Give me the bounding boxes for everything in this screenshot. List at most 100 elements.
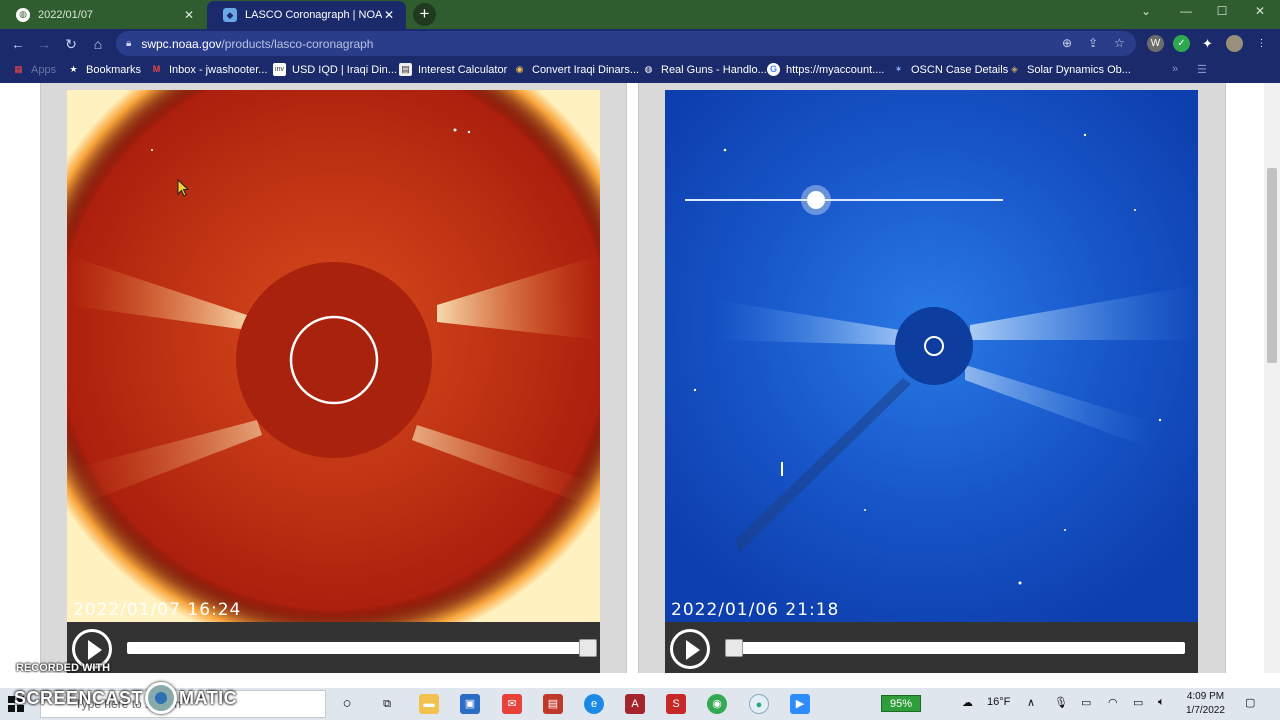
back-arrow-icon[interactable]: ← (8, 34, 28, 54)
zoom-app-icon[interactable]: ▶ (790, 694, 810, 714)
maximize-button[interactable]: ☐ (1202, 4, 1242, 18)
c2-timestamp: 2022/01/07 16:24 (73, 600, 242, 620)
weather-icon[interactable]: ☁ (962, 696, 973, 709)
c2-panel: 2022/01/07 16:24 (40, 83, 627, 673)
c3-timestamp: 2022/01/06 21:18 (671, 600, 840, 620)
address-bar[interactable]: 🔒︎ swpc.noaa.gov/products/lasco-coronagr… (116, 31, 1136, 56)
reading-list-icon[interactable]: ☰ (1197, 63, 1207, 76)
bookmarks-bar: ▦ Apps ★ Bookmarks M Inbox - jwashooter... … (0, 58, 1280, 83)
tab-search-icon[interactable]: ⌄ (1126, 4, 1166, 18)
share-icon[interactable]: ⇪ (1088, 36, 1098, 50)
zoom-icon[interactable]: ⊕ (1062, 36, 1072, 50)
sdo-icon: ◈ (1011, 64, 1018, 74)
c3-play-button[interactable] (670, 629, 710, 669)
google-icon: G (767, 63, 780, 76)
watermark-text-left: SCREENCAST (14, 687, 144, 708)
c3-timeline-slider[interactable] (725, 642, 1185, 654)
noaa-icon: ◆ (223, 8, 237, 22)
screencast-o-matic-icon[interactable]: ● (749, 694, 769, 714)
bookmark-solar-dynamics[interactable]: ◈ Solar Dynamics Ob... (1008, 63, 1131, 76)
tab-title: LASCO Coronagraph | NOAA / N (245, 9, 382, 21)
currency-icon: ◉ (515, 64, 524, 74)
close-tab-icon[interactable]: ✕ (382, 8, 396, 22)
screencast-o-matic-watermark: SCREENCAST MATIC (14, 682, 237, 714)
calculator-icon: ▤ (399, 63, 412, 76)
notifications-icon[interactable]: ▢ (1245, 696, 1255, 709)
tab-lasco-coronagraph[interactable]: ◆ LASCO Coronagraph | NOAA / N ✕ (207, 1, 406, 29)
close-window-button[interactable]: ✕ (1240, 4, 1280, 18)
cortana-icon[interactable]: ○ (337, 694, 357, 714)
bookmark-usd-iqd[interactable]: inv USD IQD | Iraqi Din... (273, 63, 397, 76)
forward-arrow-icon[interactable]: → (34, 34, 54, 54)
chrome-icon[interactable]: ◉ (707, 694, 727, 714)
task-view-icon[interactable]: ⧉ (377, 694, 397, 714)
c3-slider-handle[interactable] (725, 639, 743, 657)
bookmark-convert-iraqi-dinars[interactable]: ◉ Convert Iraqi Dinars... (513, 63, 639, 76)
globe-icon: ◍ (644, 64, 653, 74)
c2-coronagraph-image (67, 90, 600, 622)
store-icon[interactable]: ▣ (460, 694, 480, 714)
tab-date[interactable]: ◍ 2022/01/07 ✕ (0, 0, 206, 29)
page-scrollbar[interactable] (1264, 83, 1280, 673)
system-clock[interactable]: 4:09 PM 1/7/2022 (1186, 690, 1225, 718)
speaker-icon[interactable]: 🔈︎ (1158, 696, 1165, 709)
wifi-icon[interactable]: ◠ (1108, 696, 1118, 709)
c3-player-controls (665, 622, 1198, 673)
extensions-puzzle-icon[interactable]: ✦ (1199, 35, 1216, 52)
app-s-icon[interactable]: S (666, 694, 686, 714)
microphone-icon[interactable]: 🎙︎ (1054, 696, 1068, 709)
play-icon (88, 640, 102, 660)
page-content: 2022/01/07 16:24 2022/01/06 21:18 (0, 83, 1280, 673)
oscn-icon: ✶ (894, 64, 903, 74)
minimize-button[interactable]: — (1166, 4, 1206, 18)
c2-timeline-slider[interactable] (127, 642, 597, 654)
close-tab-icon[interactable]: ✕ (182, 8, 196, 22)
home-icon[interactable]: ⌂ (88, 34, 108, 54)
tab-strip: ◍ 2022/01/07 ✕ ◆ LASCO Coronagraph | NOA… (0, 0, 1280, 29)
edge-icon[interactable]: e (584, 694, 604, 714)
apps-grid-icon: ▦ (14, 64, 23, 74)
extension-w-icon[interactable]: W (1147, 35, 1164, 52)
bookmark-real-guns[interactable]: ◍ Real Guns - Handlo... (642, 63, 767, 76)
bookmark-bookmarks[interactable]: ★ Bookmarks (67, 63, 141, 76)
star-icon: ★ (69, 64, 78, 74)
access-icon[interactable]: A (625, 694, 645, 714)
battery-icon[interactable]: ▭ (1133, 696, 1143, 709)
reload-icon[interactable]: ↻ (61, 34, 81, 54)
watermark-text-right: MATIC (179, 687, 238, 708)
extension-check-icon[interactable]: ✓ (1173, 35, 1190, 52)
more-bookmarks-icon[interactable]: » (1172, 63, 1178, 75)
globe-icon: ◍ (16, 7, 30, 22)
bookmark-oscn[interactable]: ✶ OSCN Case Details (892, 63, 1008, 76)
tab-title: 2022/01/07 (38, 8, 94, 21)
bookmark-apps[interactable]: ▦ Apps (12, 63, 56, 76)
battery-percentage-badge[interactable]: 95% (881, 695, 921, 712)
menu-dots-icon[interactable]: ⋮ (1253, 35, 1270, 52)
bookmark-inbox[interactable]: M Inbox - jwashooter... (150, 63, 268, 76)
meet-now-icon[interactable]: ▭ (1081, 696, 1091, 709)
clock-date: 1/7/2022 (1186, 705, 1225, 716)
bookmark-myaccount[interactable]: Ghttps://myaccount.... (767, 63, 884, 76)
new-tab-button[interactable]: + (413, 3, 436, 26)
navigation-bar: ← → ↻ ⌂ 🔒︎ swpc.noaa.gov/products/lasco-… (0, 29, 1280, 58)
c3-coronagraph-viewer: 2022/01/06 21:18 (665, 90, 1198, 673)
mail-app-icon[interactable]: ✉ (502, 694, 522, 714)
clock-time: 4:09 PM (1186, 691, 1225, 702)
temperature-text[interactable]: 16°F (987, 696, 1010, 708)
c2-coronagraph-viewer: 2022/01/07 16:24 (67, 90, 600, 673)
scrollbar-thumb[interactable] (1267, 168, 1277, 363)
play-icon (686, 640, 700, 660)
document-app-icon[interactable]: ▤ (543, 694, 563, 714)
chevron-up-icon[interactable]: ∧ (1027, 696, 1035, 709)
inv-icon: inv (273, 63, 286, 76)
c3-coronagraph-image (665, 90, 1198, 622)
bookmark-interest-calculator[interactable]: ▤ Interest Calculator (399, 63, 507, 76)
bookmark-star-icon[interactable]: ☆ (1114, 36, 1125, 50)
url-text: swpc.noaa.gov/products/lasco-coronagraph (141, 36, 374, 51)
watermark-recorded-with: RECORDED WITH (16, 662, 111, 674)
c2-slider-handle[interactable] (579, 639, 597, 657)
gmail-icon: M (152, 64, 161, 74)
mouse-cursor-icon (177, 179, 189, 197)
profile-avatar[interactable] (1226, 35, 1243, 52)
file-explorer-icon[interactable]: ▬ (419, 694, 439, 714)
